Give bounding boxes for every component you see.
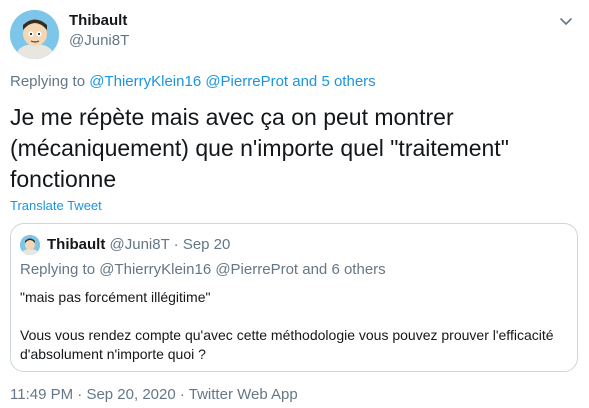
author-name[interactable]: Thibault (69, 12, 127, 29)
quoted-date: Sep 20 (182, 236, 231, 253)
mention-link[interactable]: @PierreProt (205, 73, 288, 90)
quoted-text: "mais pas forcément illégitime" Vous vou… (20, 288, 568, 364)
quoted-line: Vous vous rendez compte qu'avec cette mé… (20, 327, 554, 362)
quoted-replying-prefix: Replying to (20, 261, 96, 278)
quoted-avatar (20, 235, 40, 255)
quoted-line: "mais pas forcément illégitime" (20, 289, 211, 305)
quoted-tweet[interactable]: Thibault @Juni8T · Sep 20 Replying to @T… (10, 223, 578, 372)
avatar[interactable] (10, 10, 59, 59)
tweet: Thibault @Juni8T Replying to @ThierryKle… (0, 0, 589, 408)
mention-link[interactable]: @ThierryKlein16 (89, 73, 201, 90)
quoted-mention: @PierreProt (215, 261, 299, 278)
replying-to: Replying to @ThierryKlein16 @PierreProt … (10, 73, 376, 90)
tweet-footer: 11:49 PM · Sep 20, 2020 · Twitter Web Ap… (10, 386, 298, 403)
quoted-replying-to: Replying to @ThierryKlein16 @PierreProt … (20, 261, 386, 278)
tweet-source[interactable]: Twitter Web App (189, 386, 298, 403)
separator: · (173, 236, 179, 253)
quoted-header: Thibault @Juni8T · Sep 20 (47, 236, 230, 253)
tweet-text: Je me répète mais avec ça on peut montre… (10, 104, 509, 192)
quoted-conjunction: and (302, 261, 328, 278)
avatar-image (10, 10, 59, 59)
replying-conjunction[interactable]: and (292, 73, 317, 90)
tweet-time[interactable]: 11:49 PM (10, 386, 73, 403)
quoted-mention: @ThierryKlein16 (99, 261, 212, 278)
quoted-author-handle: @Juni8T (109, 236, 170, 253)
tweet-date[interactable]: Sep 20, 2020 (86, 386, 175, 403)
replying-prefix: Replying to (10, 73, 86, 90)
quoted-others: 6 others (331, 261, 386, 278)
author-handle[interactable]: @Juni8T (69, 32, 129, 49)
separator: · (77, 386, 83, 403)
separator: · (179, 386, 185, 403)
translate-tweet-link[interactable]: Translate Tweet (10, 198, 102, 213)
others-link[interactable]: 5 others (321, 73, 375, 90)
quoted-author-name: Thibault (47, 236, 106, 253)
chevron-down-icon[interactable] (557, 12, 575, 30)
